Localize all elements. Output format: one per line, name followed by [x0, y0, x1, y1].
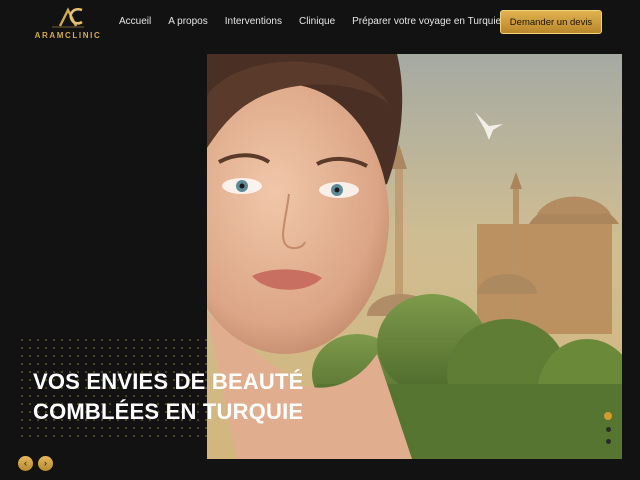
slider-arrows: ‹ › — [18, 456, 53, 471]
nav-item-accueil[interactable]: Accueil — [119, 16, 151, 28]
slide-dot-active[interactable] — [604, 412, 612, 420]
slide-indicators — [603, 412, 613, 451]
nav-item-voyage[interactable]: Préparer votre voyage en Turquie — [352, 16, 501, 28]
nav-item-clinique[interactable]: Clinique — [299, 16, 335, 28]
nav-item-interventions[interactable]: Interventions — [225, 16, 282, 28]
headline-line-2: COMBLÉES EN TURQUIE — [33, 399, 304, 424]
site-header: ARAMCLINIC Accueil A propos Intervention… — [0, 0, 640, 48]
logo-mark-icon — [52, 7, 84, 28]
hero-headline: VOS ENVIES DE BEAUTÉ COMBLÉES EN TURQUIE — [33, 367, 373, 427]
chevron-right-icon[interactable]: › — [38, 456, 53, 471]
main-nav: Accueil A propos Interventions Clinique … — [119, 16, 501, 28]
headline-line-1: VOS ENVIES DE BEAUTÉ — [33, 369, 304, 394]
slide-dot[interactable] — [605, 439, 611, 444]
brand-name: ARAMCLINIC — [34, 31, 102, 40]
nav-item-a-propos[interactable]: A propos — [168, 16, 207, 28]
chevron-left-icon[interactable]: ‹ — [18, 456, 33, 471]
brand-logo[interactable]: ARAMCLINIC — [30, 6, 106, 40]
request-quote-button[interactable]: Demander un devis — [500, 10, 602, 34]
slide-dot[interactable] — [605, 427, 611, 432]
